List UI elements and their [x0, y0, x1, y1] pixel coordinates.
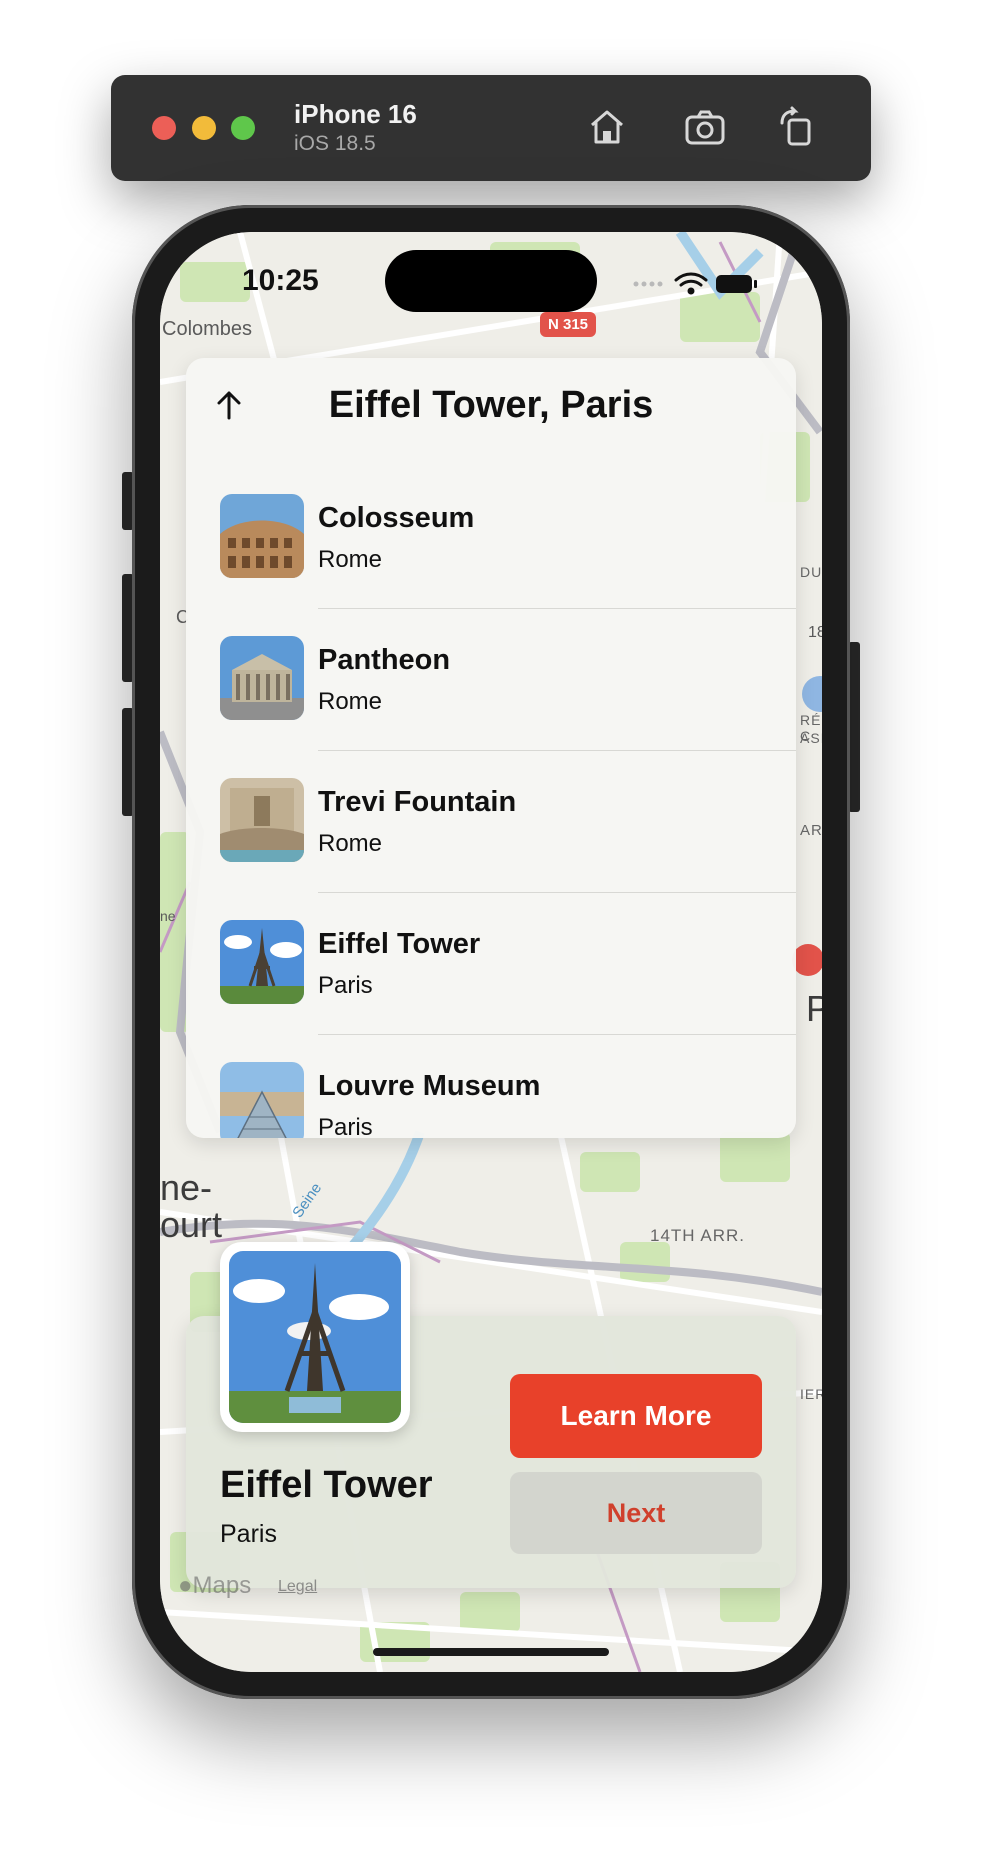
- next-button[interactable]: Next: [510, 1472, 762, 1554]
- eiffel-tower-photo: [220, 1242, 410, 1432]
- map-label-ne-small: ne: [160, 908, 176, 924]
- maps-brand-label: Maps: [192, 1572, 252, 1599]
- dynamic-island: [385, 250, 597, 312]
- device-name: iPhone 16: [294, 99, 417, 129]
- rotate-icon[interactable]: [773, 103, 821, 151]
- list-item-subtitle: Rome: [318, 688, 383, 715]
- map-label-ier: IER: [800, 1386, 822, 1402]
- home-icon[interactable]: [583, 103, 631, 151]
- panel-title: Eiffel Tower, Paris: [328, 384, 654, 426]
- detail-subtitle: Paris: [220, 1520, 277, 1548]
- list-item-louvre-museum[interactable]: Louvre Museum Paris: [186, 1062, 796, 1138]
- detail-title: Eiffel Tower: [220, 1464, 433, 1506]
- os-version: iOS 18.5: [294, 132, 376, 155]
- divider: [318, 750, 796, 751]
- list-item-subtitle: Paris: [318, 1114, 373, 1138]
- list-item-subtitle: Rome: [318, 546, 383, 573]
- simulator-toolbar: iPhone 16 iOS 18.5: [111, 75, 871, 181]
- eiffel-tower-thumbnail: [220, 920, 304, 1004]
- map-label-colombes: Colombes: [162, 318, 253, 340]
- list-item-title: Colosseum: [318, 502, 475, 534]
- list-item-title: Louvre Museum: [318, 1070, 541, 1102]
- map-label-ourt: ourt: [160, 1204, 223, 1245]
- landmark-list-panel: Eiffel Tower, Paris Colosseum Rome Panth…: [186, 358, 796, 1138]
- map-label-basilique: ASILI: [800, 730, 822, 746]
- list-item-title: Pantheon: [318, 644, 451, 676]
- status-time: 10:25: [242, 264, 319, 297]
- map-label-18: 18: [808, 624, 822, 641]
- divider: [318, 1034, 796, 1035]
- list-item-eiffel-tower[interactable]: Eiffel Tower Paris: [186, 920, 796, 1062]
- louvre-museum-thumbnail: [220, 1062, 304, 1138]
- list-item-title: Trevi Fountain: [318, 786, 517, 818]
- divider: [318, 608, 796, 609]
- learn-more-button[interactable]: Learn More: [510, 1374, 762, 1458]
- map-label-ne: ne-: [160, 1167, 213, 1208]
- colosseum-thumbnail: [220, 494, 304, 578]
- phone-screen: Colombes N 315 ne- ourt 14TH ARR. Seine …: [160, 232, 822, 1672]
- maps-attribution: ●Maps: [178, 1572, 251, 1600]
- wifi-icon: [674, 272, 708, 295]
- pantheon-thumbnail: [220, 636, 304, 720]
- list-item-pantheon[interactable]: Pantheon Rome: [186, 636, 796, 778]
- close-window-button[interactable]: [152, 116, 176, 140]
- minimize-window-button[interactable]: [192, 116, 216, 140]
- list-item-subtitle: Paris: [318, 972, 373, 999]
- list-item-colosseum[interactable]: Colosseum Rome: [186, 494, 796, 636]
- list-item-trevi-fountain[interactable]: Trevi Fountain Rome: [186, 778, 796, 920]
- list-item-subtitle: Rome: [318, 830, 383, 857]
- map-label-arr: ARR: [800, 822, 822, 839]
- legal-link[interactable]: Legal: [278, 1578, 317, 1596]
- map-label-14th-arr: 14TH ARR.: [650, 1226, 745, 1245]
- map-label-dul: DUL: [800, 564, 822, 580]
- list-item-title: Eiffel Tower: [318, 928, 481, 960]
- trevi-fountain-thumbnail: [220, 778, 304, 862]
- battery-icon: [716, 275, 757, 293]
- road-shield: N 315: [540, 312, 597, 337]
- screenshot-icon[interactable]: [681, 103, 729, 151]
- zoom-window-button[interactable]: [231, 116, 255, 140]
- divider: [318, 892, 796, 893]
- status-icons: [633, 272, 757, 295]
- map-label-p: P: [806, 988, 822, 1029]
- apple-logo-icon: ●: [178, 1572, 193, 1599]
- cellular-signal-icon: [633, 281, 663, 287]
- home-indicator[interactable]: [373, 1648, 609, 1656]
